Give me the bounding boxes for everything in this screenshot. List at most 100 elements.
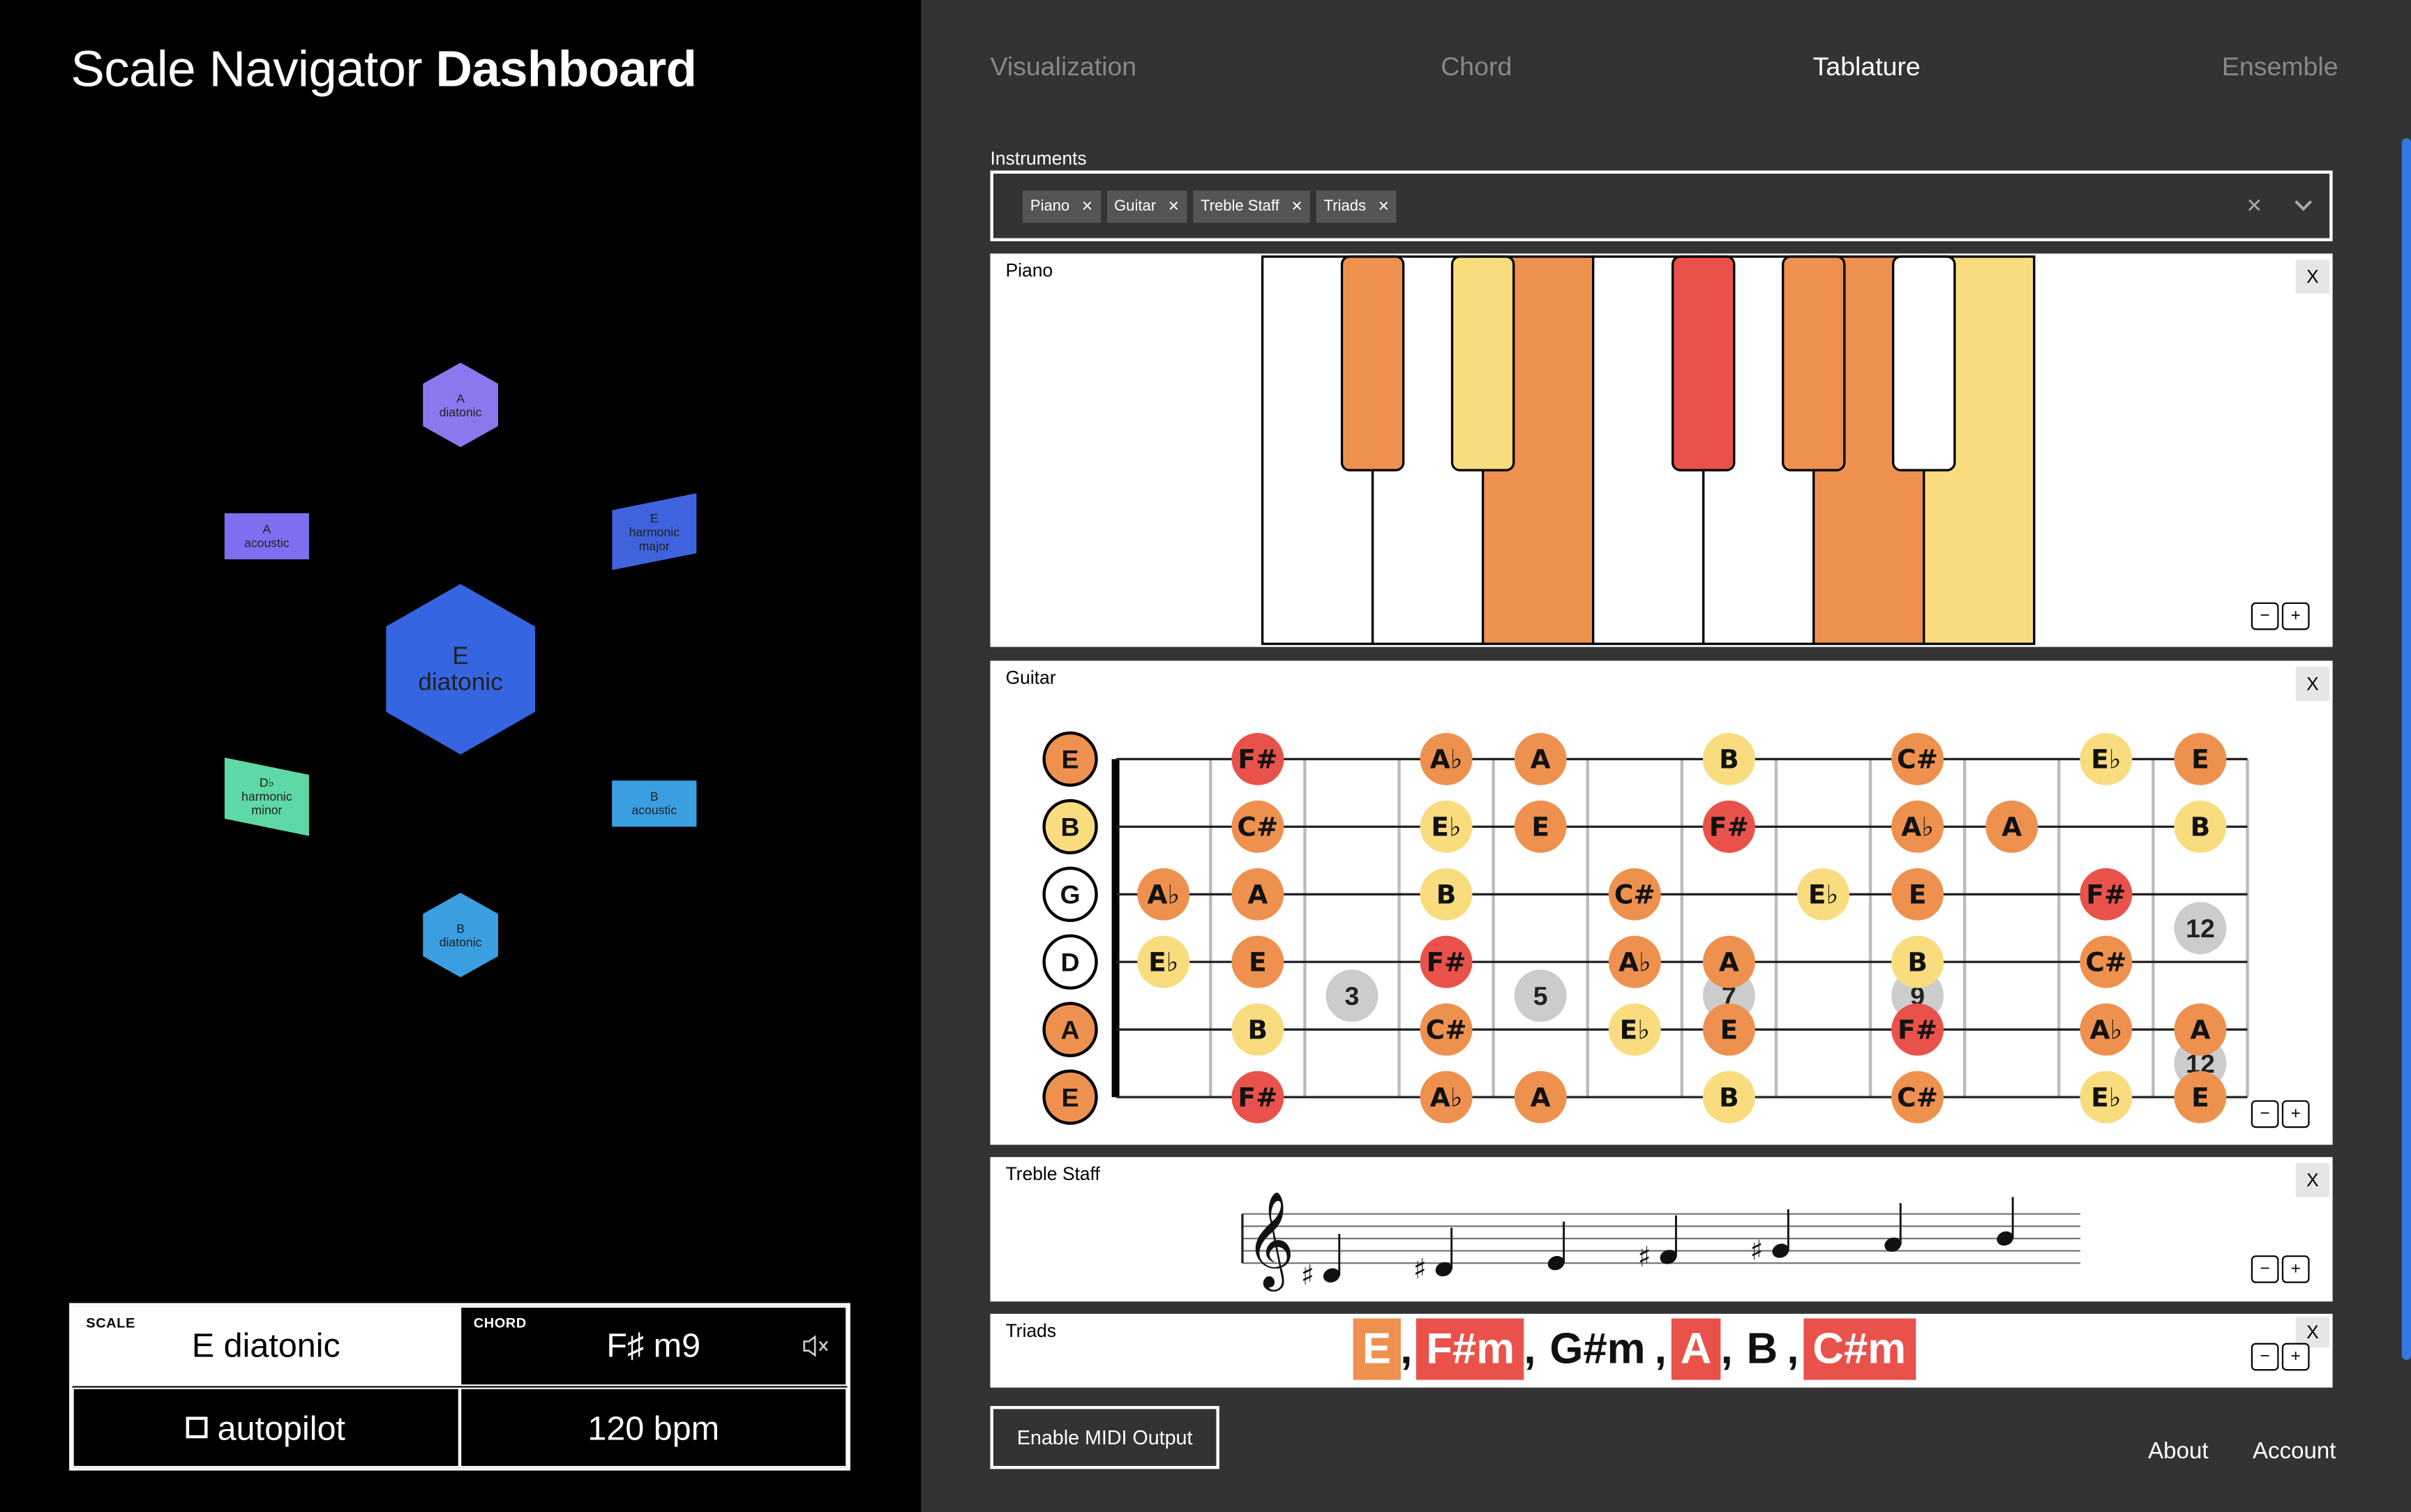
- zoom-out-button[interactable]: −: [2251, 1255, 2279, 1283]
- guitar-zoom-controls: − +: [2251, 1100, 2310, 1128]
- fretboard-note-label: C#: [2085, 946, 2126, 977]
- instrument-chip: Guitar ×: [1106, 190, 1187, 223]
- triads-title: Triads: [1005, 1320, 1057, 1342]
- triad-separator: ,: [1720, 1324, 1733, 1373]
- fret-marker-label: 3: [1345, 981, 1360, 1011]
- mute-icon[interactable]: [803, 1335, 831, 1365]
- tab-chord[interactable]: Chord: [1441, 52, 1512, 83]
- treble-clef-icon: 𝄞: [1245, 1192, 1294, 1292]
- remove-chip-icon[interactable]: ×: [1169, 195, 1179, 217]
- treble-staff-panel: Treble Staff X 𝄞 ♯ ♯ ♯ ♯ − +: [990, 1157, 2333, 1302]
- fretboard-note-label: B: [1719, 744, 1739, 775]
- fretboard-note-label: C#: [1237, 812, 1278, 842]
- fretboard-note-label: F#: [1238, 744, 1277, 775]
- guitar-nut: [1111, 759, 1120, 1098]
- scale-node-a-diatonic[interactable]: Adiatonic: [423, 362, 499, 448]
- fretboard-note-label: A♭: [1147, 879, 1180, 910]
- scale-display[interactable]: SCALE E diatonic: [72, 1306, 460, 1386]
- fretboard-note-label: E♭: [2091, 1082, 2121, 1112]
- chip-label: Triads: [1323, 198, 1367, 216]
- scale-node-e-diatonic[interactable]: Ediatonic: [386, 584, 536, 755]
- tab-tablature[interactable]: Tablature: [1813, 52, 1921, 83]
- enable-midi-button[interactable]: Enable MIDI Output: [990, 1406, 1219, 1469]
- piano-key-A#[interactable]: [1892, 255, 1956, 471]
- piano-key-C#[interactable]: [1340, 255, 1405, 471]
- open-string-label: A: [1061, 1015, 1080, 1044]
- fretboard-note-label: C#: [1614, 879, 1655, 910]
- remove-chip-icon[interactable]: ×: [1291, 195, 1302, 217]
- zoom-out-button[interactable]: −: [2251, 1343, 2279, 1371]
- triad-chord[interactable]: F#m: [1417, 1318, 1524, 1380]
- scale-node-label: Aacoustic: [244, 522, 290, 550]
- triad-chord[interactable]: C#m: [1803, 1318, 1916, 1380]
- remove-chip-icon[interactable]: ×: [1082, 195, 1092, 217]
- piano-zoom-controls: − +: [2251, 602, 2310, 630]
- chip-label: Treble Staff: [1200, 198, 1279, 216]
- instruments-select[interactable]: Piano × Guitar × Treble Staff × Triads × ×: [990, 170, 2333, 241]
- fret-marker-label: 12: [2186, 914, 2215, 943]
- tab-ensemble[interactable]: Ensemble: [2222, 52, 2338, 83]
- chord-value: F♯ m9: [606, 1326, 701, 1365]
- scale-node-b-diatonic[interactable]: Bdiatonic: [423, 893, 499, 978]
- bpm-value: 120 bpm: [587, 1409, 720, 1448]
- scale-node-b-acoustic[interactable]: Bacoustic: [612, 780, 697, 827]
- fretboard-note-label: A♭: [2090, 1014, 2123, 1045]
- triad-chord[interactable]: B: [1737, 1318, 1787, 1379]
- triads-list: E, F#m, G#m, A, B, C#m: [1353, 1318, 1916, 1380]
- scale-node-db-harmonic-minor[interactable]: D♭ harmonic minor: [224, 757, 310, 836]
- triad-separator: ,: [1654, 1324, 1667, 1373]
- zoom-out-button[interactable]: −: [2251, 602, 2279, 630]
- fretboard-note-label: A: [1719, 946, 1739, 977]
- scale-node-a-acoustic[interactable]: Aacoustic: [224, 513, 310, 560]
- clear-icon[interactable]: ×: [2246, 190, 2262, 221]
- triad-chord[interactable]: E: [1353, 1318, 1401, 1380]
- scale-navigator-pane: Scale Navigator Dashboard Adiatonic Aaco…: [0, 0, 922, 1512]
- fretboard-note-label: F#: [1238, 1082, 1277, 1112]
- fretboard-note-label: A♭: [1430, 1082, 1463, 1112]
- chord-display[interactable]: CHORD F♯ m9: [460, 1306, 848, 1386]
- guitar-fretboard[interactable]: 3 5 7 91212EBGDAEF# A♭ A B C# E♭ EC# E♭ E F# A♭ A BA♭ A B…: [990, 660, 2332, 1144]
- tab-visualization[interactable]: Visualization: [990, 52, 1136, 83]
- fretboard-note-label: A: [2190, 1014, 2210, 1045]
- autopilot-checkbox-icon[interactable]: [186, 1416, 209, 1439]
- zoom-in-button[interactable]: +: [2281, 1255, 2310, 1283]
- instrument-chip: Treble Staff ×: [1192, 190, 1310, 223]
- tempo-display[interactable]: 120 bpm: [460, 1387, 848, 1468]
- piano-keyboard[interactable]: [990, 254, 2332, 647]
- fretboard-note-label: A: [1531, 1082, 1551, 1112]
- autopilot-toggle[interactable]: autopilot: [72, 1387, 460, 1468]
- fretboard-note-label: A♭: [1430, 744, 1463, 775]
- triad-chord[interactable]: A: [1671, 1318, 1721, 1380]
- piano-key-D#[interactable]: [1450, 255, 1515, 471]
- piano-key-F#[interactable]: [1671, 255, 1736, 471]
- instrument-chips: Piano × Guitar × Treble Staff × Triads ×: [1022, 190, 1397, 223]
- zoom-in-button[interactable]: +: [2281, 1343, 2310, 1371]
- scale-node-label: Bdiatonic: [439, 921, 482, 949]
- guitar-panel: Guitar X 3 5 7 9 12 12 E B G D A E F# A♭ A B C# E♭ E C# E♭ E F…: [990, 660, 2333, 1145]
- open-string-label: G: [1060, 880, 1080, 909]
- account-link[interactable]: Account: [2253, 1438, 2336, 1464]
- triad-chord[interactable]: G#m: [1540, 1318, 1655, 1379]
- scale-value: E diatonic: [191, 1326, 340, 1365]
- scale-node-label: D♭ harmonic minor: [241, 776, 292, 818]
- remove-chip-icon[interactable]: ×: [1379, 195, 1389, 217]
- zoom-in-button[interactable]: +: [2281, 602, 2310, 630]
- sharp-accidental: ♯: [1750, 1235, 1763, 1267]
- playback-controls: SCALE E diatonic CHORD F♯ m9 autopilot 1…: [69, 1303, 850, 1471]
- piano-key-G#[interactable]: [1782, 255, 1846, 471]
- about-link[interactable]: About: [2148, 1438, 2208, 1464]
- fretboard-note-label: B: [2191, 812, 2211, 842]
- fret-marker-label: 5: [1533, 981, 1548, 1011]
- scale-node-e-harmonic-major[interactable]: Eharmonic major: [612, 493, 697, 570]
- fretboard-note-label: C#: [1426, 1014, 1467, 1045]
- scrollbar[interactable]: [2401, 138, 2411, 1360]
- fretboard-note-label: E♭: [1148, 946, 1178, 977]
- staff-zoom-controls: − +: [2251, 1255, 2310, 1283]
- chevron-down-icon[interactable]: [2292, 194, 2314, 223]
- zoom-out-button[interactable]: −: [2251, 1100, 2279, 1128]
- zoom-in-button[interactable]: +: [2281, 1100, 2310, 1128]
- instruments-label: Instruments: [990, 147, 1087, 169]
- app-title: Scale Navigator Dashboard: [70, 40, 697, 98]
- autopilot-row: autopilot: [74, 1409, 458, 1449]
- triad-separator: ,: [1787, 1324, 1799, 1373]
